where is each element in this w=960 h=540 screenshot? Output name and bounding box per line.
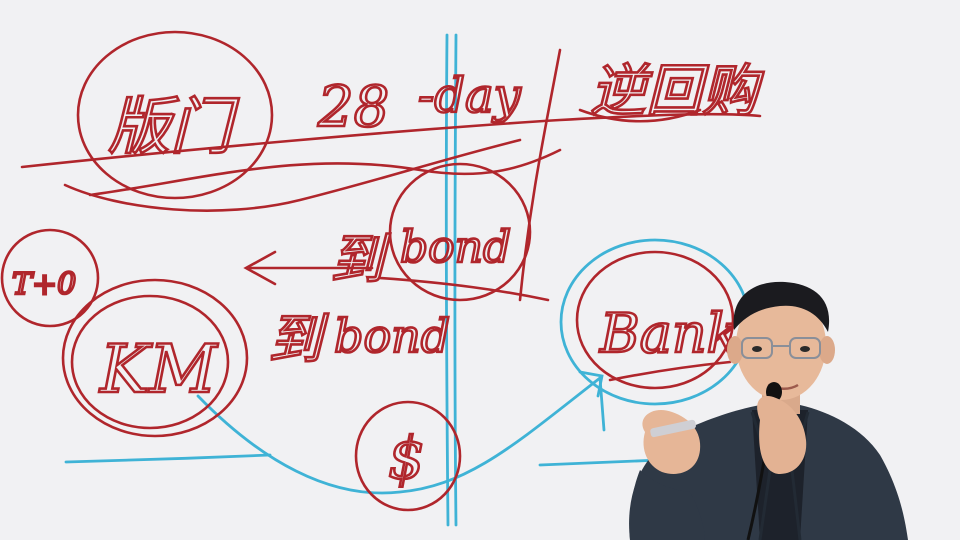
- word-km: KM: [99, 331, 218, 408]
- word-chinese-right: 逆回购: [590, 59, 764, 124]
- word-bond-lower: bond: [334, 309, 450, 363]
- word-bank: Bank: [599, 302, 739, 365]
- presenter-eye-left: [752, 346, 762, 352]
- word-left-small: T+0: [12, 267, 76, 302]
- word-topleft: 版门: [108, 90, 239, 163]
- presenter-ear-left: [727, 336, 743, 364]
- word-char-upper: 到: [330, 228, 391, 291]
- whiteboard-scene: 版门 28 -day 逆回购 bond 到 到 bond T+0 KM $ Ba…: [0, 0, 960, 540]
- presenter-ear-right: [819, 336, 835, 364]
- word-28: 28: [317, 75, 389, 140]
- word-day: -day: [418, 68, 522, 124]
- word-bond-upper: bond: [400, 222, 511, 273]
- word-char-lower: 到: [268, 308, 329, 371]
- presenter-eye-right: [800, 346, 810, 352]
- word-dollar: $: [388, 424, 425, 492]
